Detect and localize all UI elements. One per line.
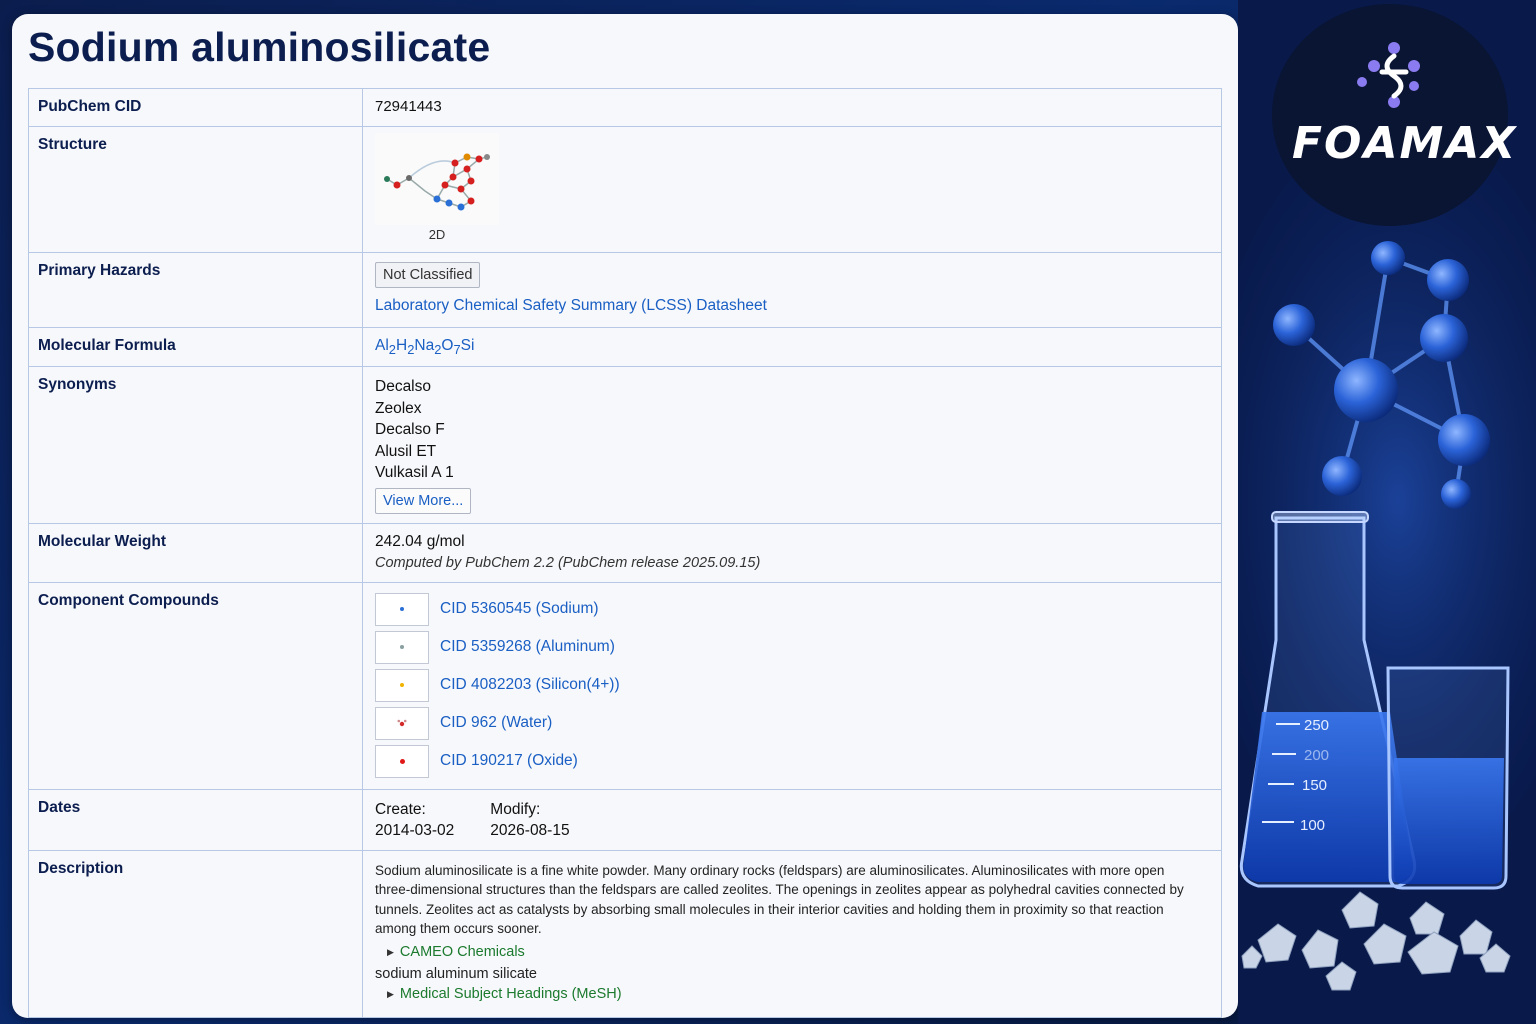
- component-item-oxide[interactable]: CID 190217 (Oxide): [375, 742, 1209, 780]
- view-more-button[interactable]: View More...: [375, 488, 472, 515]
- structure-caption: 2D: [428, 227, 446, 242]
- component-link[interactable]: CID 5359268 (Aluminum): [440, 638, 615, 656]
- label-cid: PubChem CID: [28, 88, 363, 127]
- beaker-mark-200: 200: [1304, 747, 1329, 764]
- row-components: Component Compounds CID 5360545 (Sodium)…: [28, 582, 1222, 791]
- list-item: Zeolex: [375, 399, 422, 417]
- list-item: Decalso F: [375, 421, 445, 439]
- source-mesh-link[interactable]: ▶ Medical Subject Headings (MeSH): [387, 986, 1193, 1002]
- row-weight: Molecular Weight 242.04 g/mol Computed b…: [28, 523, 1222, 584]
- weight-value: 242.04 g/mol: [375, 533, 465, 551]
- component-item-aluminum[interactable]: CID 5359268 (Aluminum): [375, 628, 1209, 666]
- value-cid: 72941443: [362, 88, 1222, 127]
- beaker-mark-250: 250: [1304, 717, 1329, 734]
- compound-card: Sodium aluminosilicate PubChem CID 72941…: [12, 14, 1238, 1018]
- label-synonyms: Synonyms: [28, 366, 363, 525]
- component-link[interactable]: CID 962 (Water): [440, 714, 552, 732]
- row-description: Description Sodium aluminosilicate is a …: [28, 850, 1222, 1018]
- compound-thumbnail[interactable]: [375, 706, 429, 740]
- hazard-badge[interactable]: Not Classified: [375, 262, 481, 288]
- brand-logo-icon: [1357, 42, 1420, 108]
- source-cameo-link[interactable]: ▶ CAMEO Chemicals: [387, 944, 1193, 960]
- component-link[interactable]: CID 4082203 (Silicon(4+)): [440, 676, 620, 694]
- component-link[interactable]: CID 5360545 (Sodium): [440, 600, 599, 618]
- structure-2d-image[interactable]: 2D: [375, 133, 499, 242]
- properties-table: PubChem CID 72941443 Structure 2D Primar…: [28, 88, 1222, 1018]
- list-item: Vulkasil A 1: [375, 464, 454, 482]
- description-text-2: sodium aluminum silicate: [375, 965, 537, 982]
- row-dates: Dates Create: 2014-03-02 Modify: 2026-08…: [28, 789, 1222, 852]
- label-weight: Molecular Weight: [28, 523, 363, 584]
- label-dates: Dates: [28, 789, 363, 852]
- row-structure: Structure 2D: [28, 126, 1222, 253]
- row-hazards: Primary Hazards Not Classified Laborator…: [28, 252, 1222, 328]
- description-text: Sodium aluminosilicate is a fine white p…: [375, 863, 1184, 937]
- list-item: Decalso: [375, 378, 431, 396]
- component-item-silicon[interactable]: CID 4082203 (Silicon(4+)): [375, 666, 1209, 704]
- label-description: Description: [28, 850, 363, 1018]
- water-molecule-icon: [397, 719, 407, 727]
- label-structure: Structure: [28, 126, 363, 253]
- compound-thumbnail[interactable]: [375, 668, 429, 702]
- row-synonyms: Synonyms Decalso Zeolex Decalso F Alusil…: [28, 366, 1222, 525]
- weight-note: Computed by PubChem 2.2 (PubChem release…: [375, 555, 761, 572]
- molecule-2d-icon: [375, 133, 499, 225]
- formula-link[interactable]: Al2H2Na2O7Si: [362, 326, 1222, 368]
- component-item-sodium[interactable]: CID 5360545 (Sodium): [375, 590, 1209, 628]
- label-components: Component Compounds: [28, 582, 363, 791]
- modify-date: Modify: 2026-08-15: [490, 801, 570, 840]
- create-date: Create: 2014-03-02: [375, 801, 455, 840]
- lcss-datasheet-link[interactable]: Laboratory Chemical Safety Summary (LCSS…: [375, 297, 1209, 315]
- page-title: Sodium aluminosilicate: [28, 24, 491, 70]
- expand-triangle-icon: ▶: [387, 988, 394, 999]
- row-cid: PubChem CID 72941443: [28, 88, 1222, 127]
- list-item: Alusil ET: [375, 442, 437, 460]
- compound-thumbnail[interactable]: [375, 630, 429, 664]
- synonyms-list: Decalso Zeolex Decalso F Alusil ET Vulka…: [375, 376, 1209, 484]
- component-link[interactable]: CID 190217 (Oxide): [440, 752, 578, 770]
- row-formula: Molecular Formula Al2H2Na2O7Si: [28, 326, 1222, 368]
- compound-thumbnail[interactable]: [375, 592, 429, 626]
- beaker-mark-150: 150: [1302, 777, 1327, 794]
- brand-logo-circle: [1272, 4, 1508, 226]
- beaker-mark-100: 100: [1300, 817, 1325, 834]
- compound-thumbnail[interactable]: [375, 744, 429, 778]
- brand-logo-text: Foamax: [1292, 118, 1518, 169]
- label-hazards: Primary Hazards: [28, 252, 363, 328]
- component-item-water[interactable]: CID 962 (Water): [375, 704, 1209, 742]
- expand-triangle-icon: ▶: [387, 946, 394, 957]
- label-formula: Molecular Formula: [28, 326, 363, 368]
